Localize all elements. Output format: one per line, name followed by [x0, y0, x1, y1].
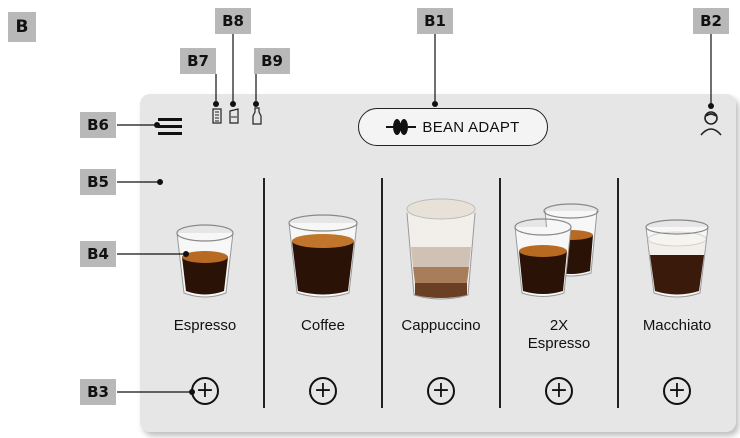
section-label: B — [8, 12, 36, 42]
macchiato-cup-icon — [645, 219, 709, 298]
drink-name: Coffee — [301, 317, 345, 334]
bean-adapt-label: BEAN ADAPT — [422, 118, 520, 136]
plus-icon[interactable]: + — [545, 377, 573, 405]
grinder-icon — [212, 108, 222, 124]
callout-b6: B6 — [80, 112, 116, 138]
callout-b8: B8 — [215, 8, 251, 34]
drink-tile-coffee[interactable]: Coffee + — [265, 195, 381, 415]
callout-b5: B5 — [80, 169, 116, 195]
callout-b1: B1 — [417, 8, 453, 34]
callout-b3: B3 — [80, 379, 116, 405]
drink-name: 2X Espresso — [527, 317, 591, 352]
callout-b4: B4 — [80, 241, 116, 267]
drink-name: Cappuccino — [401, 317, 481, 334]
drink-tile-macchiato[interactable]: Macchiato + — [619, 195, 735, 415]
callout-b7: B7 — [180, 48, 216, 74]
coffee-cup-icon — [288, 214, 358, 298]
callout-b9: B9 — [254, 48, 290, 74]
cappuccino-cup-icon — [406, 198, 476, 300]
callout-b2: B2 — [693, 8, 729, 34]
plus-icon[interactable]: + — [191, 377, 219, 405]
plus-icon[interactable]: + — [427, 377, 455, 405]
drink-tile-double-espresso[interactable]: 2X Espresso + — [501, 195, 617, 415]
drink-tile-cappuccino[interactable]: Cappuccino + — [383, 195, 499, 415]
water-tank-icon — [229, 108, 239, 124]
plus-icon[interactable]: + — [309, 377, 337, 405]
user-profile-icon[interactable] — [700, 110, 722, 136]
double-espresso-cups-icon — [514, 203, 599, 297]
plus-icon[interactable]: + — [663, 377, 691, 405]
hamburger-icon[interactable] — [158, 118, 182, 136]
drink-tile-espresso[interactable]: Espresso + — [147, 195, 263, 415]
drink-name: Espresso — [173, 317, 237, 334]
drink-name: Macchiato — [642, 317, 712, 334]
milk-carafe-icon — [252, 107, 262, 125]
coffee-bean-icon — [386, 119, 417, 135]
espresso-cup-icon — [176, 224, 234, 298]
bean-adapt-button[interactable]: BEAN ADAPT — [358, 108, 548, 146]
